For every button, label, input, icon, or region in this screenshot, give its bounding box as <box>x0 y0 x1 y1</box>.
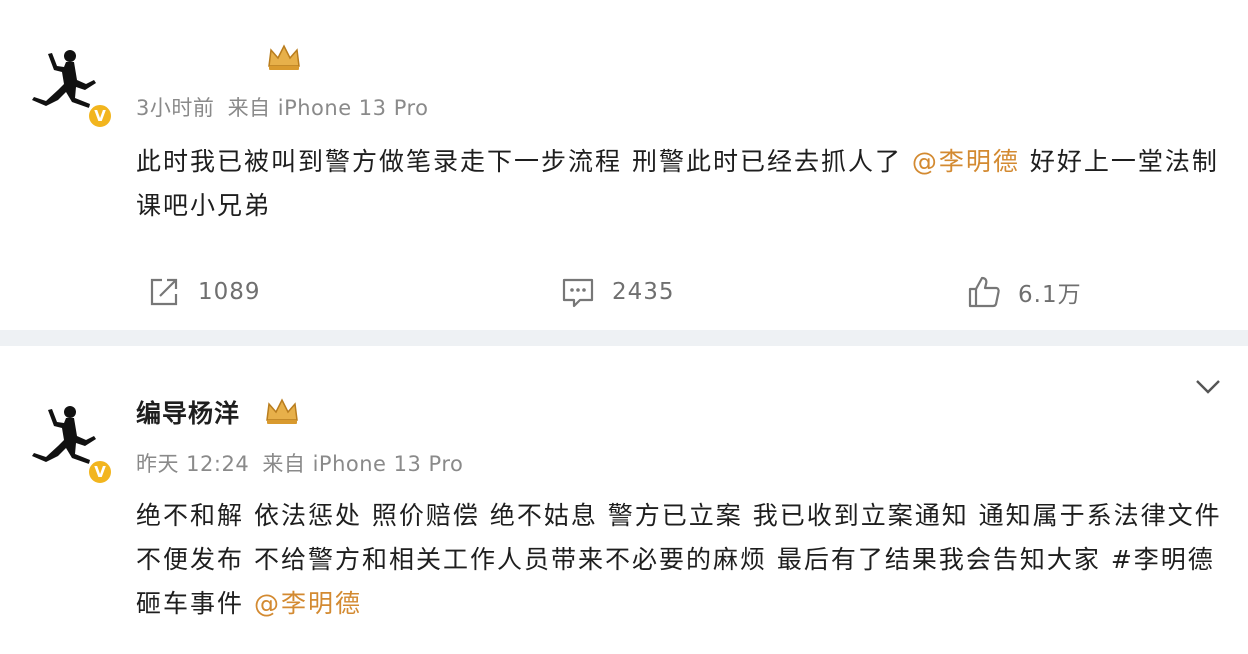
post-text: 此时我已被叫到警方做笔录走下一步流程 刑警此时已经去抓人了 <box>136 147 912 176</box>
post-content: 此时我已被叫到警方做笔录走下一步流程 刑警此时已经去抓人了 @李明德 好好上一堂… <box>136 140 1226 228</box>
verified-v-icon: V <box>86 458 114 486</box>
mention-link[interactable]: @李明德 <box>912 147 1020 176</box>
like-count: 6.1万 <box>1018 282 1082 308</box>
comment-icon <box>560 274 596 310</box>
action-bar: 1089 2435 6.1万 <box>0 270 1248 314</box>
repost-count: 1089 <box>198 279 261 305</box>
post-meta: 3小时前 来自 iPhone 13 Pro <box>136 92 435 122</box>
post-source: 来自 iPhone 13 Pro <box>227 96 429 120</box>
post-divider <box>0 330 1248 346</box>
post-source: 来自 iPhone 13 Pro <box>262 452 464 476</box>
mention-link[interactable]: @李明德 <box>254 589 362 618</box>
avatar[interactable]: V <box>28 396 118 486</box>
comment-count: 2435 <box>612 279 675 305</box>
repost-icon <box>146 274 182 310</box>
crown-badge-icon <box>264 396 300 426</box>
chevron-down-icon[interactable] <box>1194 376 1222 398</box>
verified-v-icon: V <box>86 102 114 130</box>
username[interactable]: 编导杨洋 <box>136 394 240 430</box>
post-card-1: V 3小时前 来自 iPhone 13 Pro 此时我已被叫到警方做笔录走下一步… <box>0 0 1248 330</box>
avatar[interactable]: V <box>28 40 118 130</box>
repost-button[interactable]: 1089 <box>146 270 261 314</box>
post-card-2: V 编导杨洋 昨天 12:24 来自 iPhone 13 Pro 绝不和解 依法… <box>0 346 1248 654</box>
comment-button[interactable]: 2435 <box>560 270 675 314</box>
thumbs-up-icon <box>966 274 1002 310</box>
like-button[interactable]: 6.1万 <box>966 270 1082 314</box>
post-time: 昨天 12:24 <box>136 452 250 476</box>
post-content: 绝不和解 依法惩处 照价赔偿 绝不姑息 警方已立案 我已收到立案通知 通知属于系… <box>136 494 1226 626</box>
crown-badge-icon <box>266 42 302 72</box>
post-time: 3小时前 <box>136 96 215 120</box>
post-meta: 昨天 12:24 来自 iPhone 13 Pro <box>136 448 469 478</box>
